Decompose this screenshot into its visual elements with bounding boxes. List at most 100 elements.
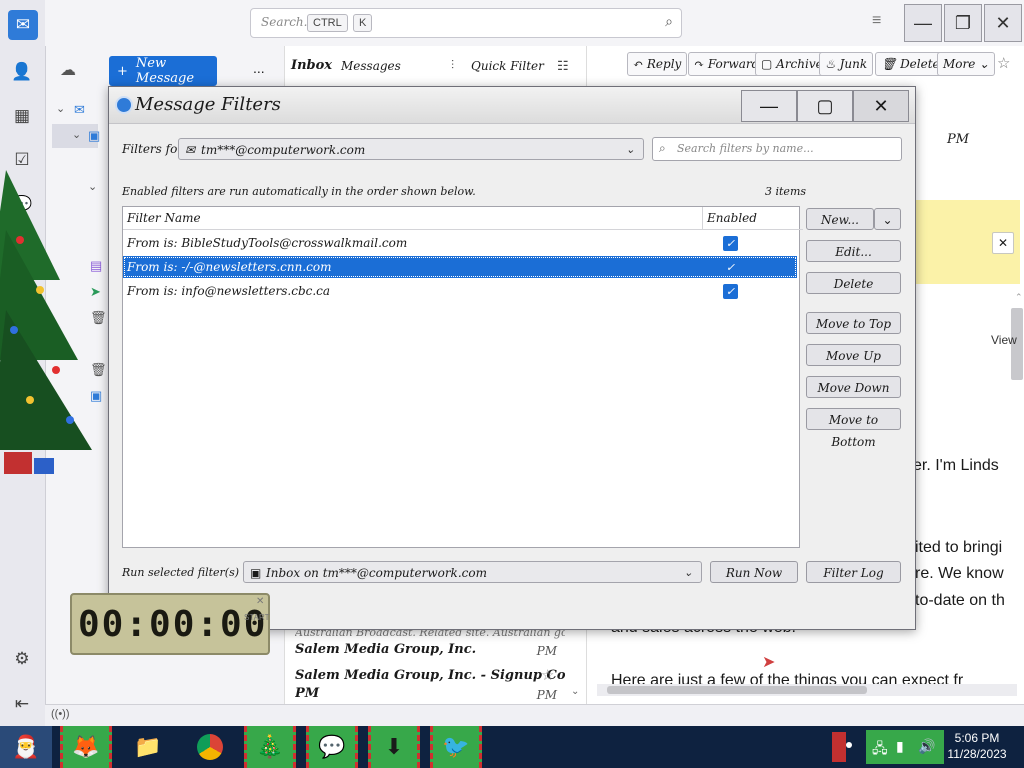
search-icon: ⌕: [659, 141, 666, 155]
enabled-checkbox[interactable]: ✓: [723, 284, 738, 299]
collapse-sidebar-icon[interactable]: ⇤: [10, 692, 34, 716]
list-item[interactable]: Salem Media Group, Inc.: [295, 642, 565, 657]
folder-pane-menu-button[interactable]: ...: [253, 60, 265, 76]
body-line: ited to bringi: [915, 539, 1003, 556]
quick-filter-button[interactable]: Quick Filter: [471, 59, 544, 73]
taskbar-thunderbird[interactable]: 🐦: [430, 726, 482, 768]
delete-filter-button[interactable]: Delete: [806, 272, 901, 294]
taskbar-download-app[interactable]: ⬇: [368, 726, 420, 768]
dialog-close-button[interactable]: ✕: [853, 90, 909, 122]
body-line: re. We know: [915, 565, 1004, 582]
chevron-down-icon: ⌄: [625, 143, 635, 156]
table-row[interactable]: From is: BibleStudyTools@crosswalkmail.c…: [123, 232, 797, 254]
scrollbar-thumb[interactable]: [607, 686, 867, 694]
chevron-down-icon[interactable]: ⌄: [56, 102, 65, 115]
archive-button[interactable]: ▢ Archive: [755, 52, 829, 76]
battery-icon[interactable]: ▮: [896, 738, 904, 755]
dialog-title-bar[interactable]: Message Filters — ▢ ✕: [109, 87, 915, 124]
table-row[interactable]: From is: info@newsletters.cbc.ca ✓: [123, 280, 797, 302]
filter-log-button[interactable]: Filter Log: [806, 561, 901, 583]
taskbar-tree-app[interactable]: 🎄: [244, 726, 296, 768]
christmas-tree-decoration: [0, 170, 92, 474]
move-down-button[interactable]: Move Down: [806, 376, 901, 398]
message-count: Messages: [341, 59, 401, 73]
move-up-button[interactable]: Move Up: [806, 344, 901, 366]
santa-icon: 🎅: [12, 734, 40, 759]
tray-separator: [832, 732, 846, 762]
system-tray: 🖧 ▮ 🔊: [866, 730, 944, 764]
minimize-button[interactable]: —: [904, 4, 942, 42]
dialog-title: Message Filters: [135, 94, 281, 115]
scroll-up-icon[interactable]: ⌃: [1015, 292, 1024, 302]
new-filter-menu-button[interactable]: ⌄: [874, 208, 901, 230]
taskbar-firefox[interactable]: 🦊: [60, 726, 112, 768]
app-menu-icon[interactable]: ≡: [872, 12, 881, 30]
volume-icon[interactable]: 🔊: [918, 738, 935, 755]
list-item[interactable]: PM: [295, 686, 565, 701]
delete-message-button[interactable]: 🗑 Delete: [875, 52, 946, 76]
forward-button[interactable]: ↷ Forward: [688, 52, 766, 76]
close-icon[interactable]: ✕: [256, 596, 264, 607]
account-icon: ✉: [74, 102, 85, 117]
calendar-icon[interactable]: ▦: [10, 104, 34, 128]
enabled-checkbox[interactable]: ✓: [723, 260, 738, 275]
global-search-input[interactable]: Search... CTRL K ⌕: [250, 8, 682, 38]
dialog-minimize-button[interactable]: —: [741, 90, 797, 122]
address-book-icon[interactable]: 👤: [10, 60, 34, 84]
account-icon: ✉: [185, 143, 196, 157]
body-line: to-date on th: [915, 592, 1005, 609]
countdown-timer-widget[interactable]: 00:00:00 START ✕: [70, 593, 270, 655]
online-status-icon[interactable]: ((•)): [51, 708, 70, 720]
horizontal-scrollbar[interactable]: [597, 684, 1017, 696]
junk-button[interactable]: ♨ Junk: [819, 52, 874, 76]
clock-time: 5:06 PM: [954, 731, 1000, 745]
clock[interactable]: 5:06 PM 11/28/2023: [942, 730, 1012, 762]
status-bar: ((•)): [45, 704, 1024, 727]
new-message-button[interactable]: + New Message: [109, 56, 217, 86]
taskbar-file-explorer[interactable]: 📁: [122, 726, 174, 768]
run-now-button[interactable]: Run Now: [710, 561, 798, 583]
filter-name: From is: BibleStudyTools@crosswalkmail.c…: [127, 236, 408, 250]
scroll-down-icon[interactable]: ⌄: [571, 686, 579, 697]
list-item[interactable]: Salem Media Group, Inc. - Signup Confir.…: [295, 668, 565, 683]
dialog-maximize-button[interactable]: ▢: [797, 90, 853, 122]
settings-icon[interactable]: ⚙: [10, 647, 34, 671]
filter-list: Filter Name Enabled From is: BibleStudyT…: [122, 206, 803, 548]
taskbar-chat-app[interactable]: 💬: [306, 726, 358, 768]
trash-icon[interactable]: 🗑: [90, 362, 107, 378]
network-icon[interactable]: 🖧: [872, 738, 888, 762]
more-button[interactable]: More ⌄: [937, 52, 996, 76]
inbox-icon: ▣: [250, 566, 262, 580]
taskbar-chrome[interactable]: [184, 726, 236, 768]
trash-icon[interactable]: 🗑: [90, 310, 107, 326]
filter-count: 3 items: [765, 185, 807, 198]
move-to-top-button[interactable]: Move to Top: [806, 312, 901, 334]
edit-filter-button[interactable]: Edit...: [806, 240, 901, 262]
list-display-options-icon[interactable]: ☷: [557, 58, 569, 74]
chevron-down-icon[interactable]: ⌄: [72, 128, 81, 141]
restore-button[interactable]: ❐: [944, 4, 982, 42]
quick-filter-icon: ⫶: [451, 58, 455, 72]
table-row[interactable]: From is: -/-@newsletters.cnn.com ✓: [123, 256, 797, 278]
move-to-bottom-button[interactable]: Move to Bottom: [806, 408, 901, 449]
run-filters-label: Run selected filter(s) on:: [122, 566, 260, 579]
star-icon[interactable]: ☆: [541, 666, 554, 684]
enabled-checkbox[interactable]: ✓: [723, 236, 738, 251]
close-button[interactable]: ✕: [984, 4, 1022, 42]
filter-search-input[interactable]: ⌕ Search filters by name...: [652, 137, 902, 161]
star-icon[interactable]: ☆: [997, 54, 1010, 72]
notification-bar: ✕: [910, 200, 1020, 284]
message-subject: PM: [295, 686, 320, 701]
run-folder-select[interactable]: ▣ Inbox on tm***@computerwork.com ⌄: [243, 561, 702, 583]
tasks-icon[interactable]: ☑: [10, 148, 34, 172]
start-button[interactable]: 🎅: [0, 726, 52, 768]
account-select[interactable]: ✉ tm***@computerwork.com ⌄: [178, 138, 644, 160]
mail-icon[interactable]: ✉: [8, 10, 38, 40]
column-header-name[interactable]: Filter Name: [123, 207, 703, 230]
close-icon[interactable]: ✕: [992, 232, 1014, 254]
column-header-enabled[interactable]: Enabled: [703, 207, 803, 230]
timer-start-label[interactable]: START: [244, 613, 269, 622]
new-filter-button[interactable]: New...: [806, 208, 874, 230]
get-messages-icon[interactable]: ☁: [60, 60, 76, 80]
reply-button[interactable]: ↶ Reply: [627, 52, 688, 76]
